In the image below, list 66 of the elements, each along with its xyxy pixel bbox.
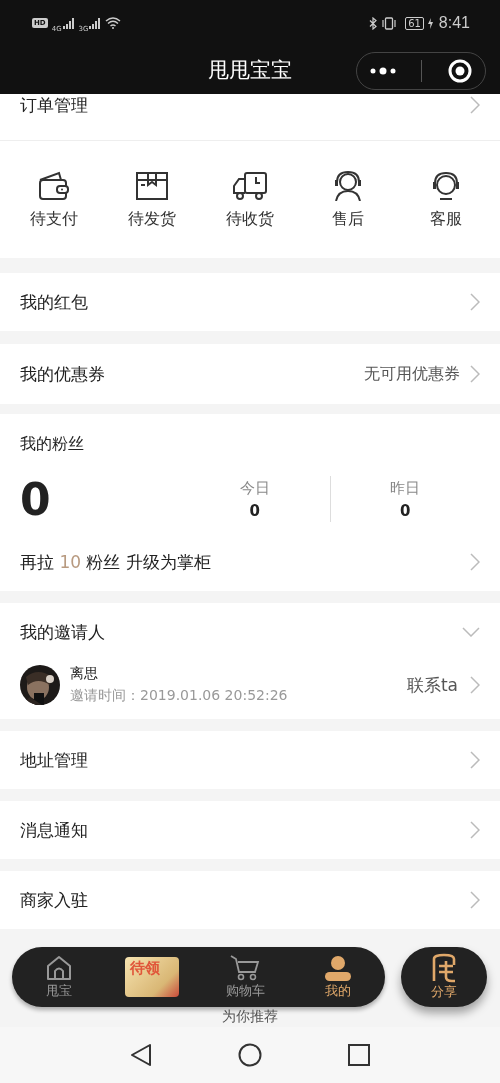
user-icon: [324, 954, 353, 981]
menu-row[interactable]: 地址管理: [0, 731, 500, 789]
upgrade-row[interactable]: 再拉 10 粉丝 升级为掌柜: [0, 533, 500, 591]
upgrade-text: 再拉 10 粉丝 升级为掌柜: [20, 550, 212, 574]
row-label: 消息通知: [20, 818, 89, 842]
chevron-right-icon: [470, 365, 480, 383]
row-label: 地址管理: [20, 748, 89, 772]
chevron-right-icon: [470, 751, 480, 769]
share-button[interactable]: 分享: [401, 947, 487, 1007]
row-label: 订单管理: [20, 94, 89, 117]
back-icon[interactable]: [130, 1043, 152, 1067]
bluetooth-icon: [369, 16, 378, 30]
row-label: 我的优惠券: [20, 362, 106, 386]
invite-time: 邀请时间：2019.01.06 20:52:26: [70, 687, 289, 705]
order-status-item[interactable]: 待发货: [116, 171, 188, 230]
menu-row[interactable]: 消息通知: [0, 801, 500, 859]
contact-link[interactable]: 联系ta: [406, 673, 458, 697]
order-status-item[interactable]: 待支付: [18, 171, 90, 230]
chevron-right-icon: [470, 676, 480, 694]
order-status-item[interactable]: 客服: [410, 171, 482, 230]
coupon-status: 无可用优惠券: [364, 363, 460, 385]
stat-label: 昨日: [390, 478, 421, 498]
tab-item[interactable]: 甩宝: [28, 954, 89, 1000]
more-icon[interactable]: [369, 67, 398, 75]
stat-label: 今日: [239, 478, 270, 498]
stat-value: 0: [249, 501, 260, 520]
cart-icon: [230, 954, 261, 981]
row-label: 我的邀请人: [20, 620, 106, 644]
headset-icon: [430, 171, 462, 201]
recent-apps-icon[interactable]: [348, 1044, 370, 1066]
coupon-row[interactable]: 我的优惠券 无可用优惠券: [0, 344, 500, 404]
wifi-icon: [105, 17, 122, 29]
chevron-right-icon: [470, 96, 480, 114]
chevron-right-icon: [470, 553, 480, 571]
clock-time: 8:41: [438, 14, 470, 32]
truck-icon: [232, 171, 268, 201]
signal-icon: [89, 17, 102, 29]
inviter-name: 离思: [70, 665, 99, 683]
stat-value: 0: [400, 501, 411, 520]
chevron-right-icon: [470, 821, 480, 839]
row-label: 商家入驻: [20, 888, 89, 912]
menu-row[interactable]: 商家入驻: [0, 871, 500, 929]
section-title: 为你推荐: [222, 1008, 278, 1024]
tab-item[interactable]: 购物车: [215, 954, 276, 1000]
vibrate-icon: [381, 16, 398, 30]
section-title: 我的粉丝: [19, 433, 85, 455]
home-circle-icon[interactable]: [238, 1043, 262, 1067]
box-icon: [135, 171, 169, 201]
tab-item[interactable]: 我的: [308, 954, 369, 1000]
order-row[interactable]: 订单管理: [0, 94, 500, 140]
support-agent-icon: [332, 171, 364, 201]
wallet-icon: [37, 171, 71, 201]
chevron-right-icon: [470, 293, 480, 311]
order-status-item[interactable]: 售后: [312, 171, 384, 230]
row-label: 我的红包: [20, 290, 89, 314]
home-icon: [44, 954, 73, 981]
order-status-item[interactable]: 待收货: [214, 171, 286, 230]
inviter-header[interactable]: 我的邀请人: [0, 603, 500, 661]
close-icon[interactable]: [446, 58, 473, 84]
bonus-row[interactable]: 我的红包: [0, 273, 500, 331]
charging-icon: [427, 17, 433, 29]
chevron-right-icon: [470, 891, 480, 909]
page-title: 甩甩宝宝: [208, 57, 292, 84]
signal-icon: [62, 17, 75, 29]
battery-level: 61: [405, 16, 424, 30]
fans-total: 0: [20, 473, 52, 525]
